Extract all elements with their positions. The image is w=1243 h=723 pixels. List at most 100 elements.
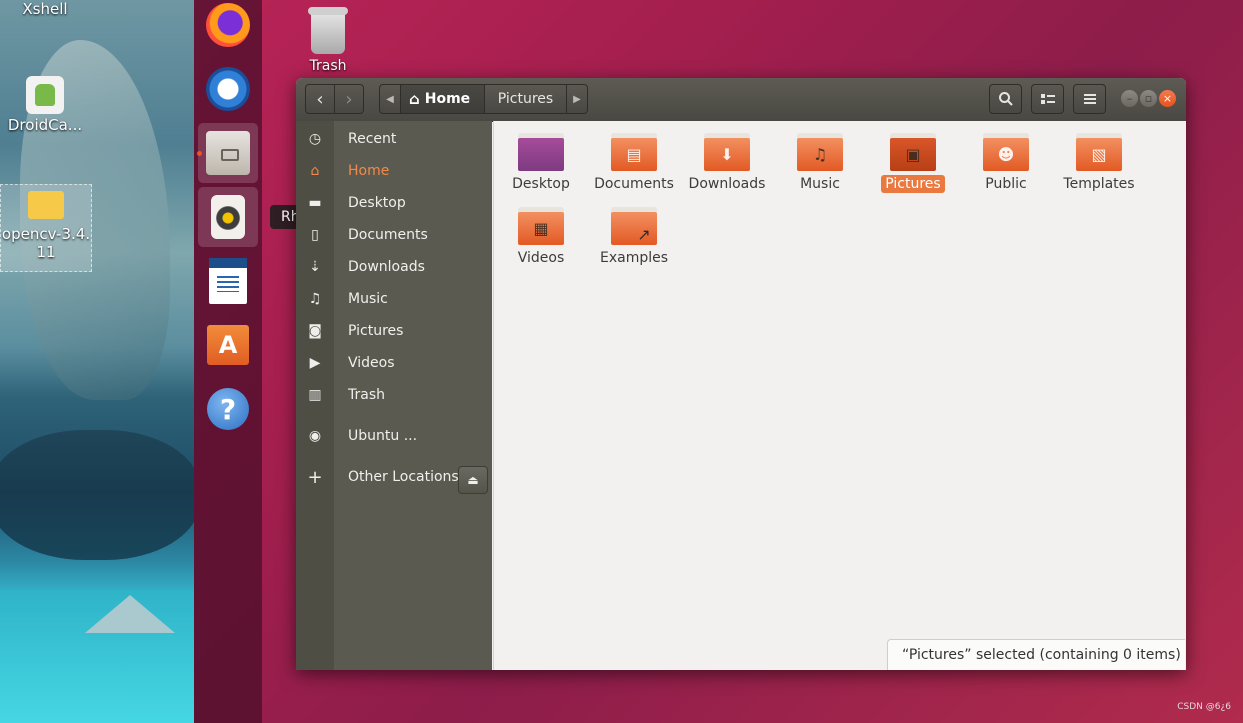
- desktop-folder-icon: [518, 133, 564, 171]
- menu-button[interactable]: [1073, 84, 1106, 114]
- files-icon: [206, 131, 250, 175]
- folder-label: Videos: [517, 250, 565, 266]
- sidebar-item-videos[interactable]: ▶ Videos: [296, 347, 492, 379]
- help-icon: ?: [207, 388, 249, 430]
- sidebar-item-label: Downloads: [348, 259, 425, 275]
- sidebar-item-recent[interactable]: ◷ Recent: [296, 123, 492, 155]
- folder-label: Examples: [599, 250, 669, 266]
- folder-public[interactable]: ☻ Public: [960, 133, 1052, 193]
- forward-button[interactable]: ›: [334, 84, 364, 114]
- examples-link-folder-icon: ↗: [611, 207, 657, 245]
- files-window: ‹ › ◀ ⌂ Home Pictures ▶ – ▫ × ◷ Recent ⌂ H…: [296, 78, 1186, 670]
- dock-thunderbird[interactable]: [198, 59, 258, 119]
- trash-icon: [308, 7, 348, 54]
- android-icon: [26, 76, 64, 114]
- search-icon: [998, 92, 1013, 106]
- desktop-icon-label: Trash: [309, 58, 347, 74]
- video-icon: ▶: [309, 355, 321, 371]
- sidebar-item-documents[interactable]: ▯ Documents: [296, 219, 492, 251]
- wallpaper-peak: [85, 595, 175, 633]
- dock-rhythmbox[interactable]: [198, 187, 258, 247]
- folder-label: Downloads: [688, 176, 766, 192]
- breadcrumb-home[interactable]: ⌂ Home: [400, 84, 485, 114]
- dock-software[interactable]: A: [198, 315, 258, 375]
- search-button[interactable]: [989, 84, 1022, 114]
- breadcrumb-scroll-right[interactable]: ▶: [566, 84, 588, 114]
- close-button[interactable]: ×: [1159, 90, 1176, 107]
- breadcrumb-pictures[interactable]: Pictures: [484, 84, 567, 114]
- home-icon: ⌂: [310, 163, 320, 179]
- breadcrumb-scroll-left[interactable]: ◀: [379, 84, 401, 114]
- camera-icon: ◙: [308, 323, 322, 339]
- documents-folder-icon: ▤: [611, 133, 657, 171]
- sidebar-item-label: Ubuntu ...: [348, 428, 418, 444]
- folder-downloads[interactable]: ⬇ Downloads: [681, 133, 773, 193]
- folder-label: Music: [800, 176, 840, 192]
- folder-templates[interactable]: ▧ Templates: [1053, 133, 1145, 193]
- folder-videos[interactable]: ▦ Videos: [495, 207, 587, 267]
- folder-label: Desktop: [512, 176, 570, 192]
- hamburger-icon: [1083, 94, 1096, 104]
- sidebar-item-label: Other Locations: [348, 469, 459, 485]
- watermark: CSDN @6¿6: [1177, 702, 1231, 712]
- writer-icon: [209, 258, 247, 304]
- wallpaper-cave: [0, 430, 194, 560]
- sidebar-item-ubuntu-disk[interactable]: ◉ Ubuntu ...: [296, 420, 492, 452]
- triangle-left-icon: ◀: [386, 93, 394, 105]
- sidebar-item-label: Documents: [348, 227, 428, 243]
- sidebar-item-trash[interactable]: ▥ Trash: [296, 379, 492, 411]
- folder-label: Public: [985, 176, 1027, 192]
- templates-folder-icon: ▧: [1076, 133, 1122, 171]
- back-button[interactable]: ‹: [305, 84, 335, 114]
- maximize-button[interactable]: ▫: [1140, 90, 1157, 107]
- document-icon: ▯: [311, 227, 319, 243]
- clock-icon: ◷: [308, 131, 322, 147]
- status-bar: “Pictures” selected (containing 0 items): [887, 639, 1185, 670]
- dock-writer[interactable]: [198, 251, 258, 311]
- chevron-left-icon: ‹: [316, 88, 324, 110]
- folder-music[interactable]: ♫ Music: [774, 133, 866, 193]
- chevron-right-icon: ›: [345, 88, 353, 110]
- desktop-icon-droidcam[interactable]: DroidCa...: [0, 76, 90, 134]
- sidebar-item-pictures[interactable]: ◙ Pictures: [296, 315, 492, 347]
- folder-documents[interactable]: ▤ Documents: [588, 133, 680, 193]
- folder-desktop[interactable]: Desktop: [495, 133, 587, 193]
- minimize-button[interactable]: –: [1121, 90, 1138, 107]
- folder-icon: ▬: [308, 195, 322, 211]
- rhythmbox-icon: [211, 195, 245, 239]
- desktop-icon-label: DroidCa...: [7, 116, 83, 134]
- folder-icon: [28, 191, 64, 219]
- folder-pictures[interactable]: ▣ Pictures: [867, 133, 959, 193]
- sidebar-item-label: Recent: [348, 131, 397, 147]
- sidebar-item-home[interactable]: ⌂ Home: [296, 155, 492, 187]
- desktop-icon-xshell[interactable]: Xshell: [0, 0, 90, 18]
- disc-icon: ◉: [308, 428, 322, 444]
- places-sidebar: ◷ Recent ⌂ Home ▬ Desktop ▯ Documents ⇣ Downl…: [296, 121, 492, 670]
- plus-icon: +: [307, 466, 323, 488]
- desktop-icon-label: Xshell: [22, 0, 68, 18]
- running-indicator: [197, 151, 202, 156]
- breadcrumb-current-label: Pictures: [497, 91, 554, 107]
- dock-help[interactable]: ?: [198, 379, 258, 439]
- downloads-folder-icon: ⬇: [704, 133, 750, 171]
- minimize-icon: –: [1126, 92, 1133, 105]
- videos-folder-icon: ▦: [518, 207, 564, 245]
- sidebar-item-music[interactable]: ♫ Music: [296, 283, 492, 315]
- sidebar-item-label: Home: [348, 163, 390, 179]
- desktop-icon-opencv[interactable]: opencv-3.4. 11: [0, 184, 92, 272]
- view-toggle-button[interactable]: [1031, 84, 1064, 114]
- sidebar-item-other-locations[interactable]: + Other Locations: [296, 461, 492, 493]
- pictures-folder-icon: ▣: [890, 133, 936, 171]
- dock-firefox[interactable]: [198, 0, 258, 55]
- sidebar-item-label: Music: [348, 291, 388, 307]
- dock-files[interactable]: [197, 123, 258, 183]
- desktop-icon-trash[interactable]: Trash: [292, 7, 364, 74]
- folder-label: Pictures: [881, 175, 945, 193]
- music-icon: ♫: [308, 291, 322, 307]
- sidebar-item-label: Videos: [348, 355, 395, 371]
- sidebar-item-desktop[interactable]: ▬ Desktop: [296, 187, 492, 219]
- download-icon: ⇣: [309, 259, 321, 275]
- sidebar-item-downloads[interactable]: ⇣ Downloads: [296, 251, 492, 283]
- folder-examples[interactable]: ↗ Examples: [588, 207, 680, 267]
- software-store-icon: A: [207, 325, 249, 365]
